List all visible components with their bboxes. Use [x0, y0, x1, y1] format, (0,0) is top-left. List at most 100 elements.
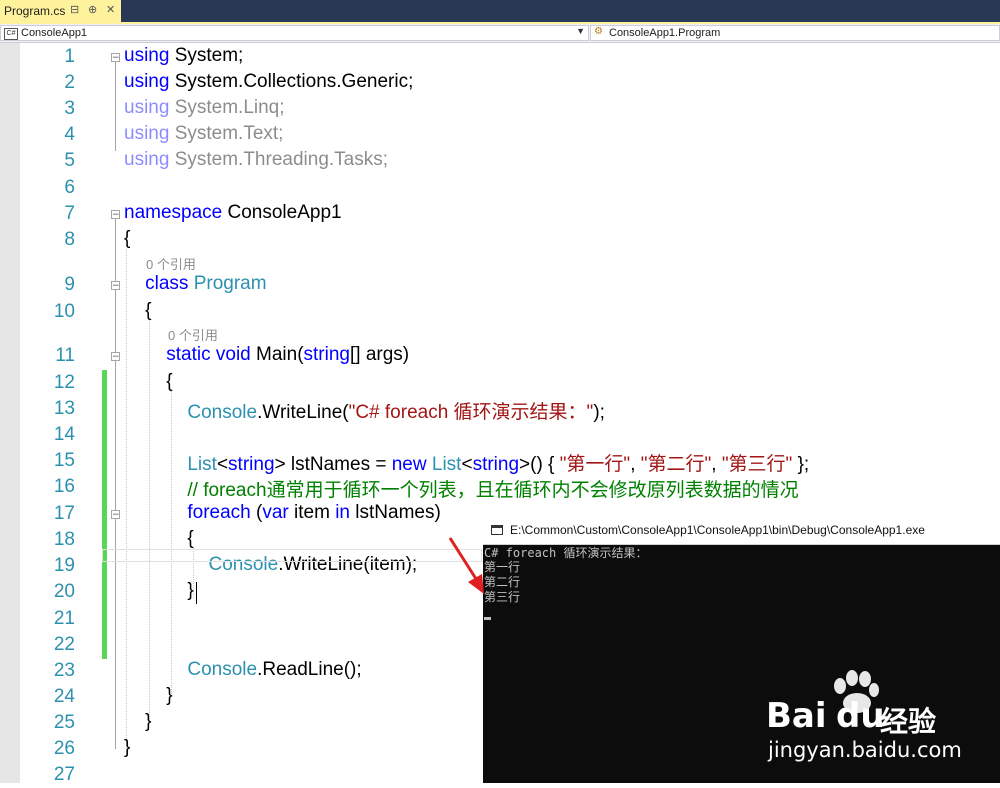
class-icon: ⚙: [594, 26, 603, 37]
line-number: 1: [64, 46, 75, 67]
code-line[interactable]: 16 // foreach通常用于循环一个列表，且在循环内不会修改原列表数据的情…: [20, 474, 1000, 502]
code-line[interactable]: 12 {: [20, 370, 1000, 396]
line-number: 8: [64, 229, 75, 250]
code-line[interactable]: 8{: [20, 227, 1000, 253]
navigation-bar: C# ConsoleApp1 ▼ ⚙ ConsoleApp1.Program: [0, 24, 1000, 43]
document-tab-strip: Program.cs ⊟ ⊕ ✕: [0, 0, 1000, 22]
tab-program-cs[interactable]: Program.cs ⊟ ⊕ ✕: [0, 0, 121, 22]
code-line[interactable]: 10 {: [20, 299, 1000, 325]
line-number: 23: [53, 660, 75, 681]
type-combo[interactable]: ⚙ ConsoleApp1.Program: [590, 25, 1000, 41]
code-token: foreach: [187, 502, 251, 523]
code-token: );: [593, 402, 605, 423]
code-line[interactable]: 13 Console.WriteLine("C# foreach 循环演示结果：…: [20, 396, 1000, 424]
code-token: List: [431, 454, 462, 475]
code-token: using: [124, 71, 170, 92]
code-line[interactable]: 4 using System.Text;: [20, 122, 1000, 148]
code-token: List: [187, 454, 217, 475]
line-number: 20: [53, 581, 75, 602]
code-line[interactable]: 7 − namespace ConsoleApp1: [20, 201, 1000, 227]
code-text: Console.WriteLine("C# foreach 循环演示结果：");: [124, 397, 605, 424]
code-token: Console: [187, 659, 258, 680]
line-number: 26: [53, 738, 75, 759]
selection-margin: [0, 43, 20, 783]
pin-icon[interactable]: ⊕: [88, 3, 97, 16]
code-token: System.Linq;: [169, 97, 285, 118]
watermark-url: jingyan.baidu.com: [768, 738, 962, 762]
collapse-toggle-icon[interactable]: −: [111, 352, 120, 362]
code-line[interactable]: 1 − using System;: [20, 44, 1000, 70]
references-codelens-main[interactable]: 0 个引用: [168, 325, 218, 344]
red-arrow-annotation: [448, 537, 484, 594]
code-token: Program: [193, 273, 267, 294]
code-token: }: [124, 737, 131, 758]
type-combo-label: ConsoleApp1.Program: [609, 27, 721, 39]
code-token: }: [124, 711, 152, 732]
references-codelens-class[interactable]: 0 个引用: [146, 254, 196, 273]
line-number: 17: [53, 503, 75, 524]
code-token: class: [145, 273, 189, 294]
line-number: 14: [53, 424, 75, 445]
code-line[interactable]: 5 using System.Threading.Tasks;: [20, 148, 1000, 174]
code-text: }: [124, 580, 193, 602]
collapse-toggle-icon[interactable]: −: [111, 510, 120, 520]
keep-open-icon[interactable]: ⊟: [70, 3, 79, 16]
code-token: .ReadLine();: [257, 659, 362, 680]
project-combo[interactable]: C# ConsoleApp1 ▼: [0, 25, 589, 41]
line-number: 2: [64, 72, 75, 93]
line-number: 5: [64, 150, 75, 171]
code-token: }: [124, 685, 173, 706]
console-title-bar[interactable]: E:\Common\Custom\ConsoleApp1\ConsoleApp1…: [483, 517, 1000, 545]
code-line[interactable]: 2 using System.Collections.Generic;: [20, 70, 1000, 96]
collapse-toggle-icon[interactable]: −: [111, 210, 120, 220]
code-token: {: [124, 228, 131, 249]
chevron-down-icon: ▼: [576, 26, 585, 36]
code-token: lstNames): [350, 502, 441, 523]
collapse-toggle-icon[interactable]: −: [111, 53, 120, 63]
code-token: };: [792, 454, 810, 475]
code-line[interactable]: 15 List<string> lstNames = new List<stri…: [20, 448, 1000, 475]
code-text: }: [124, 711, 151, 733]
code-text: {: [124, 371, 173, 393]
code-token: System;: [169, 45, 244, 66]
code-token: void: [215, 344, 251, 365]
code-text: // foreach通常用于循环一个列表，且在循环内不会修改原列表数据的情况: [124, 475, 798, 502]
watermark-product: 经验: [880, 705, 937, 738]
line-number: 3: [64, 98, 75, 119]
code-text: }: [124, 685, 173, 707]
tab-filename: Program.cs: [4, 4, 66, 18]
code-line[interactable]: 6: [20, 175, 1000, 201]
code-line[interactable]: 3 using System.Linq;: [20, 96, 1000, 122]
code-token: {: [124, 371, 173, 392]
csharp-project-icon: C#: [4, 28, 18, 40]
code-token: ,: [630, 454, 641, 475]
close-icon[interactable]: ✕: [106, 3, 115, 16]
collapse-toggle-icon[interactable]: −: [111, 281, 120, 291]
code-token: System.Text;: [169, 123, 284, 144]
code-token: "第二行": [640, 454, 712, 475]
code-line[interactable]: 14: [20, 422, 1000, 448]
line-number: 22: [53, 634, 75, 655]
code-token: namespace: [124, 202, 223, 223]
line-number: 7: [64, 203, 75, 224]
code-text: using System.Threading.Tasks;: [124, 149, 388, 171]
code-token: using: [124, 97, 170, 118]
code-token: static: [166, 344, 211, 365]
line-number: 15: [53, 450, 75, 471]
current-line-highlight: [102, 549, 482, 562]
code-line[interactable]: 9 − class Program: [20, 272, 1000, 298]
line-number: 4: [64, 124, 75, 145]
line-number: 6: [64, 177, 75, 198]
code-text: namespace ConsoleApp1: [124, 202, 342, 224]
code-token: System.Threading.Tasks;: [169, 149, 389, 170]
code-line[interactable]: 11 − static void Main(string[] args): [20, 343, 1000, 369]
code-token: <: [216, 454, 229, 475]
code-text: using System;: [124, 45, 243, 67]
code-text: {: [124, 300, 151, 322]
code-token: .WriteLine(: [257, 402, 349, 423]
line-number: 19: [53, 555, 75, 576]
line-number: 12: [53, 372, 75, 393]
